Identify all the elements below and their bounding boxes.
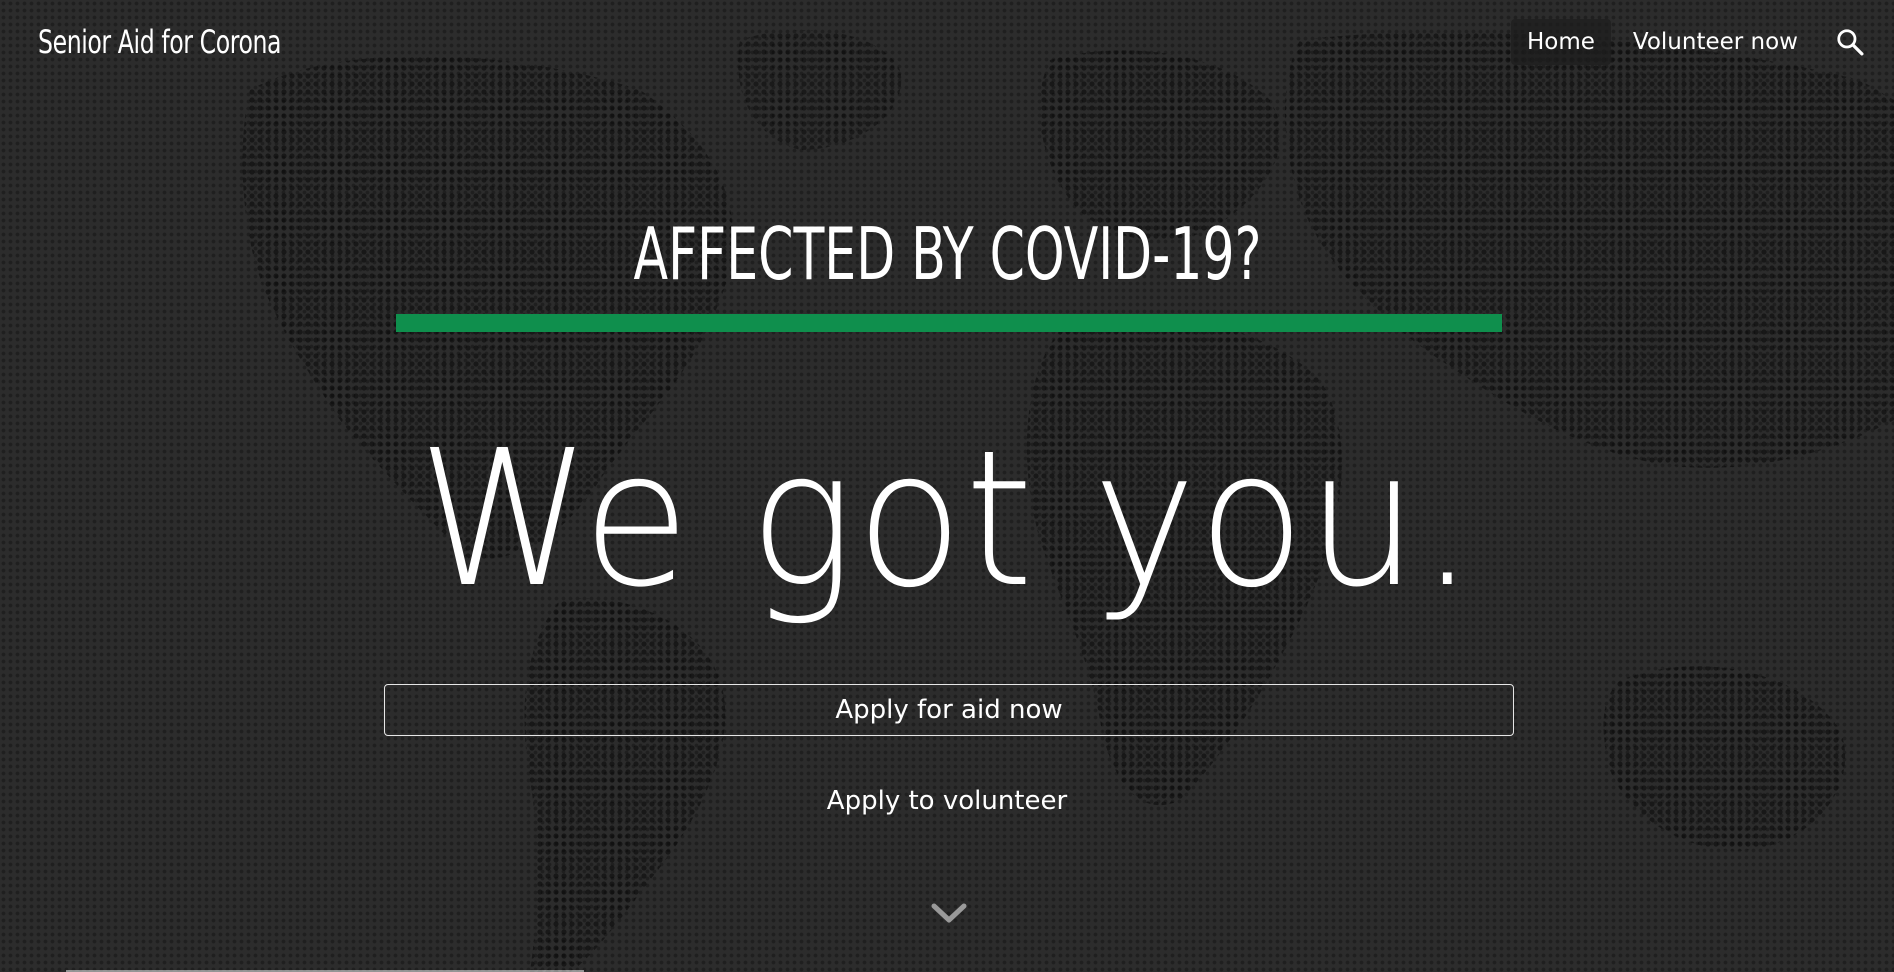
page: Senior Aid for Corona Home Volunteer now… xyxy=(0,0,1894,972)
hero-heading: AFFECTED BY COVID-19? xyxy=(0,212,1894,296)
site-title[interactable]: Senior Aid for Corona xyxy=(38,23,282,61)
hero-headline-text: We got you. xyxy=(417,410,1477,629)
hero-headline: We got you. xyxy=(0,410,1894,630)
hero-heading-text: AFFECTED BY COVID-19? xyxy=(633,212,1261,296)
apply-to-volunteer-link[interactable]: Apply to volunteer xyxy=(827,786,1067,816)
nav-item-home[interactable]: Home xyxy=(1510,19,1611,65)
accent-divider xyxy=(396,314,1502,332)
main-nav: Home Volunteer now xyxy=(1510,18,1874,66)
scroll-down-button[interactable] xyxy=(928,898,970,928)
apply-to-volunteer-container: Apply to volunteer xyxy=(0,786,1894,816)
chevron-down-icon xyxy=(931,903,967,923)
site-header: Senior Aid for Corona Home Volunteer now xyxy=(0,0,1894,84)
nav-item-volunteer-now[interactable]: Volunteer now xyxy=(1617,19,1814,65)
apply-for-aid-button[interactable]: Apply for aid now xyxy=(384,684,1514,736)
search-icon xyxy=(1837,29,1864,56)
search-button[interactable] xyxy=(1826,18,1874,66)
